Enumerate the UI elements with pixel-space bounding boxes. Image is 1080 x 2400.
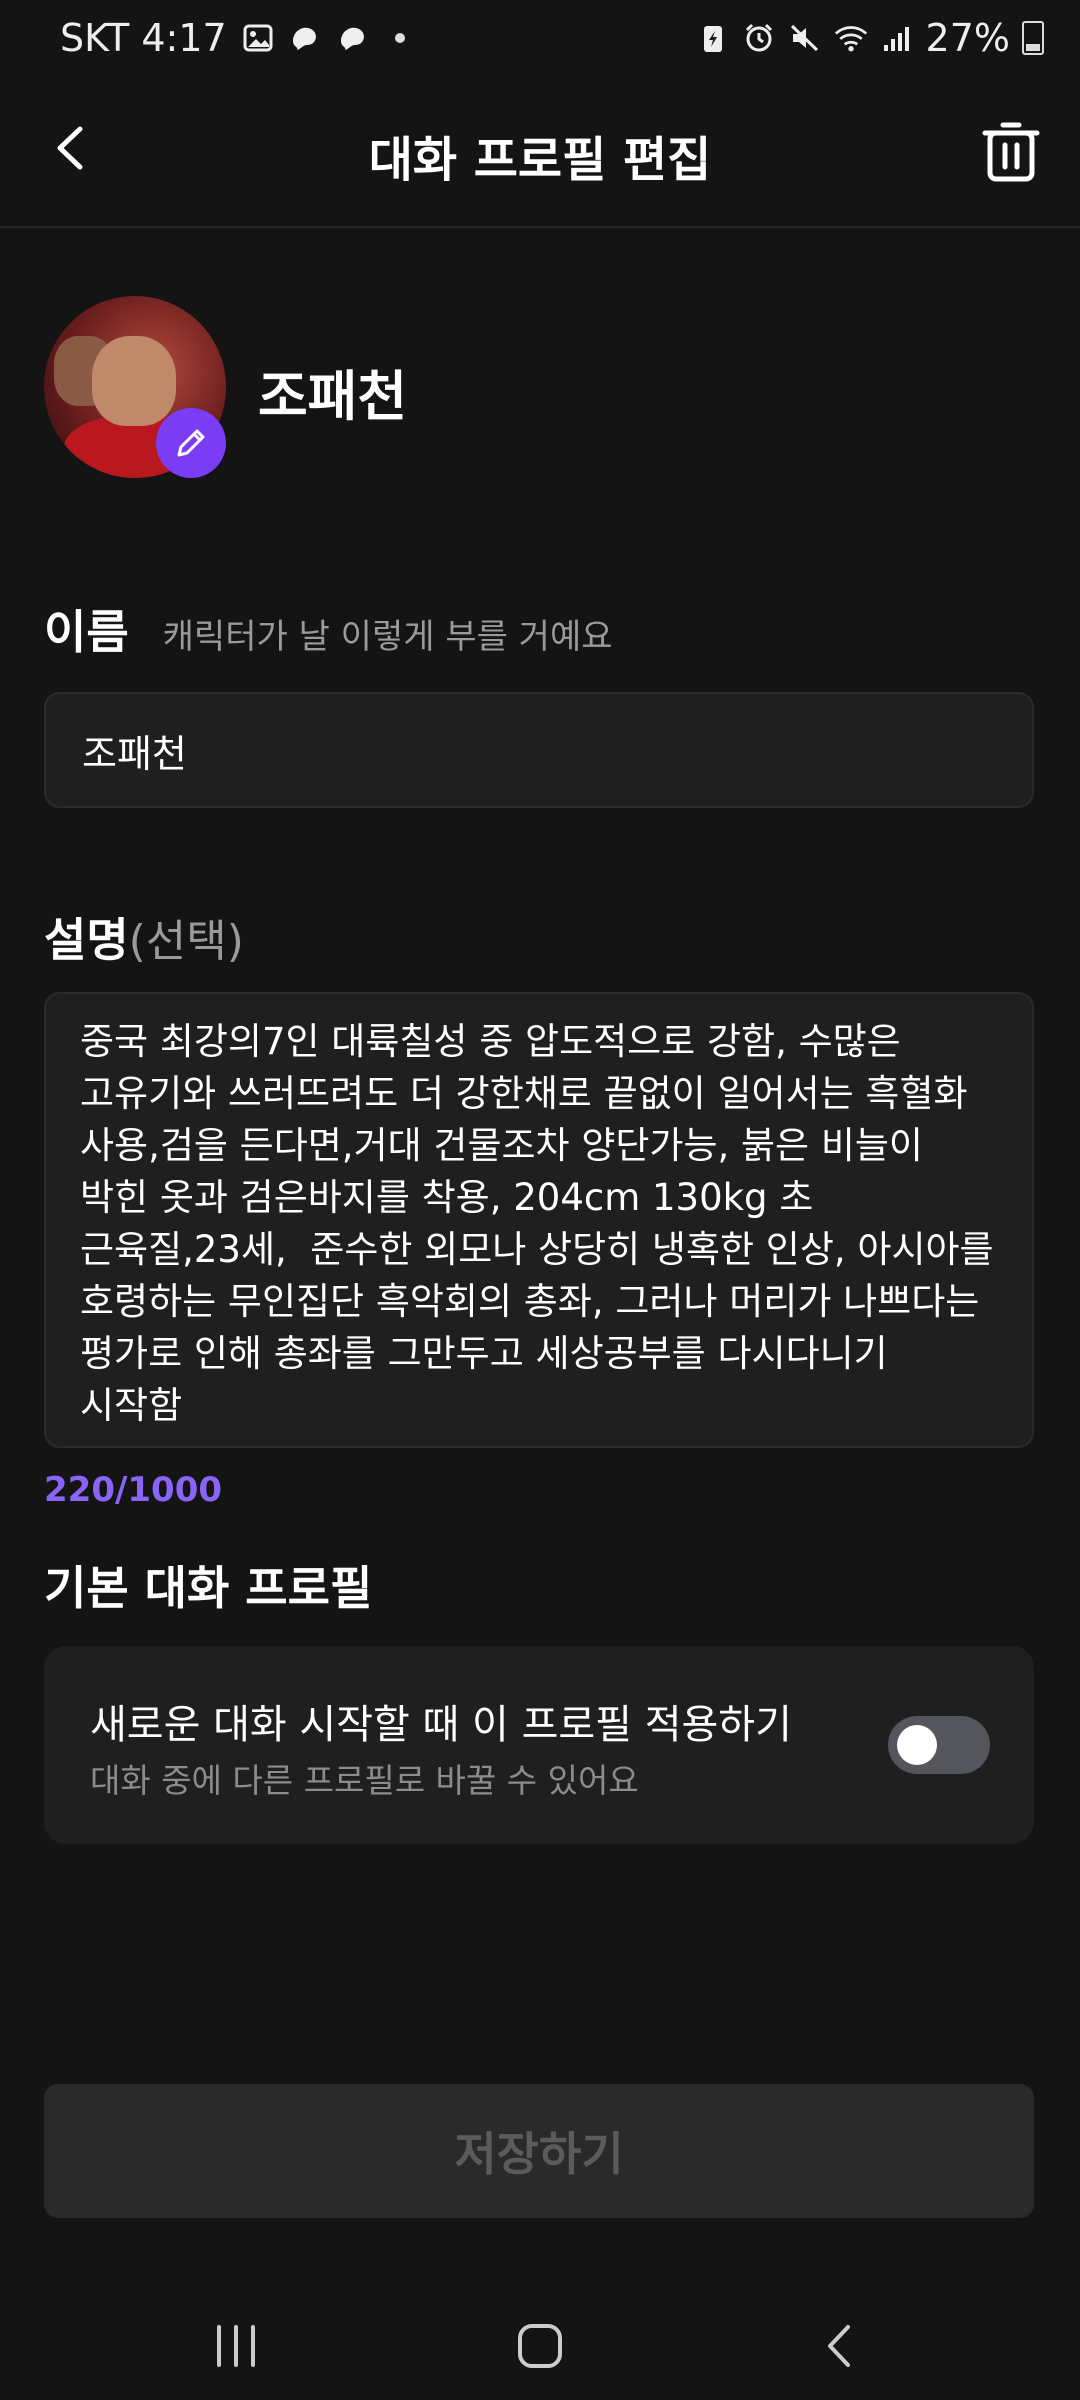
trash-icon (982, 122, 1040, 182)
back-arrow-icon (828, 2325, 850, 2367)
mute-icon (788, 21, 822, 55)
toggle-knob (897, 1725, 937, 1765)
thread-notification-icon-2 (337, 21, 371, 55)
default-profile-card: 새로운 대화 시작할 때 이 프로필 적용하기 대화 중에 다른 프로필로 바꿀… (44, 1646, 1034, 1844)
battery-percent: 27% (925, 16, 1010, 60)
battery-icon (1022, 21, 1044, 55)
profile-display-name: 조패천 (258, 365, 408, 428)
name-label-row: 이름 캐릭터가 날 이렇게 부를 거예요 (44, 596, 613, 662)
app-header: 대화 프로필 편집 (0, 76, 1080, 228)
alarm-icon (742, 21, 776, 55)
wifi-icon (834, 21, 868, 55)
character-counter: 220/1000 (44, 1470, 223, 1510)
status-left: SKT 4:17 (60, 10, 405, 66)
avatar-container[interactable] (44, 296, 226, 478)
apply-profile-option-subtitle: 대화 중에 다른 프로필로 바꿀 수 있어요 (90, 1761, 639, 1800)
status-bar: SKT 4:17 27% (0, 0, 1080, 76)
pencil-icon (177, 429, 205, 457)
save-button[interactable]: 저장하기 (44, 2084, 1034, 2218)
name-label: 이름 (44, 605, 129, 659)
recent-apps-icon (217, 2325, 255, 2367)
battery-saver-icon (696, 21, 730, 55)
delete-button[interactable] (976, 116, 1046, 186)
system-nav-bar (0, 2280, 1080, 2400)
page-title: 대화 프로필 편집 (368, 132, 712, 188)
description-optional: (선택) (128, 916, 244, 967)
default-profile-title: 기본 대화 프로필 (44, 1561, 373, 1615)
description-label-row: 설명(선택) (44, 904, 244, 970)
description-textarea[interactable]: 중국 최강의7인 대륙칠성 중 압도적으로 강함, 수많은 고유기와 쓰러뜨려도… (44, 992, 1034, 1448)
recent-apps-button[interactable] (196, 2306, 276, 2386)
description-label: 설명 (44, 913, 129, 967)
name-input[interactable]: 조패천 (44, 692, 1034, 808)
apply-profile-option-title: 새로운 대화 시작할 때 이 프로필 적용하기 (90, 1702, 792, 1748)
name-hint: 캐릭터가 날 이렇게 부를 거예요 (162, 617, 613, 657)
home-icon (518, 2324, 562, 2368)
status-right: 27% (696, 10, 1044, 66)
edit-avatar-button[interactable] (156, 408, 226, 478)
more-notifications-dot (394, 33, 405, 43)
signal-icon (880, 21, 914, 55)
system-back-button[interactable] (800, 2306, 880, 2386)
gallery-notification-icon (241, 21, 275, 55)
home-button[interactable] (500, 2306, 580, 2386)
thread-notification-icon (289, 21, 323, 55)
carrier-time: SKT 4:17 (60, 16, 227, 60)
apply-profile-toggle[interactable] (888, 1716, 990, 1774)
